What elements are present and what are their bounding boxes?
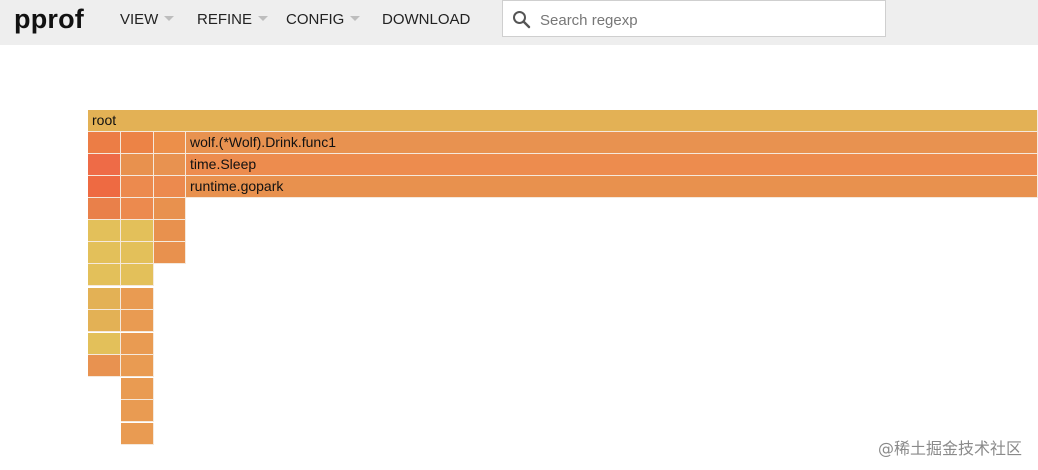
flame-frame[interactable] <box>88 220 121 242</box>
flame-frame[interactable] <box>121 132 154 154</box>
flame-frame[interactable] <box>154 132 186 154</box>
flame-frame-root[interactable]: root <box>88 110 1038 132</box>
flame-frame-wolf-drink-func1[interactable]: wolf.(*Wolf).Drink.func1 <box>186 132 1038 154</box>
flame-frame[interactable] <box>121 400 154 422</box>
flame-graph: root wolf.(*Wolf).Drink.func1 time.Sleep… <box>0 0 1038 470</box>
frame-label: root <box>92 112 117 128</box>
flame-frame[interactable] <box>121 154 154 176</box>
frame-label: wolf.(*Wolf).Drink.func1 <box>190 134 337 150</box>
flame-frame[interactable] <box>88 242 121 264</box>
flame-frame-time-sleep[interactable]: time.Sleep <box>186 154 1038 176</box>
flame-frame[interactable] <box>121 310 154 332</box>
flame-frame[interactable] <box>121 423 154 445</box>
flame-frame[interactable] <box>121 242 154 264</box>
flame-frame[interactable] <box>88 264 121 286</box>
flame-frame[interactable] <box>154 220 186 242</box>
flame-frame[interactable] <box>88 132 121 154</box>
flame-frame[interactable] <box>88 333 121 355</box>
flame-frame-runtime-gopark[interactable]: runtime.gopark <box>186 176 1038 198</box>
flame-frame[interactable] <box>88 176 121 198</box>
watermark: @稀土掘金技术社区 <box>877 439 1022 458</box>
flame-frame[interactable] <box>121 220 154 242</box>
flame-frame[interactable] <box>88 310 121 332</box>
flame-frame[interactable] <box>154 176 186 198</box>
flame-frame[interactable] <box>121 355 154 377</box>
flame-frame[interactable] <box>154 242 186 264</box>
flame-frame[interactable] <box>88 288 121 310</box>
flame-frame[interactable] <box>121 198 154 220</box>
flame-frame[interactable] <box>88 355 121 377</box>
flame-frame[interactable] <box>154 198 186 220</box>
flame-frame[interactable] <box>121 288 154 310</box>
frame-label: time.Sleep <box>190 156 257 172</box>
flame-frame[interactable] <box>88 154 121 176</box>
flame-frame[interactable] <box>121 333 154 355</box>
flame-frame[interactable] <box>88 198 121 220</box>
frame-label: runtime.gopark <box>190 178 284 194</box>
flame-frame[interactable] <box>154 154 186 176</box>
flame-frame[interactable] <box>121 378 154 400</box>
flame-frame[interactable] <box>121 264 154 286</box>
flame-frame[interactable] <box>121 176 154 198</box>
